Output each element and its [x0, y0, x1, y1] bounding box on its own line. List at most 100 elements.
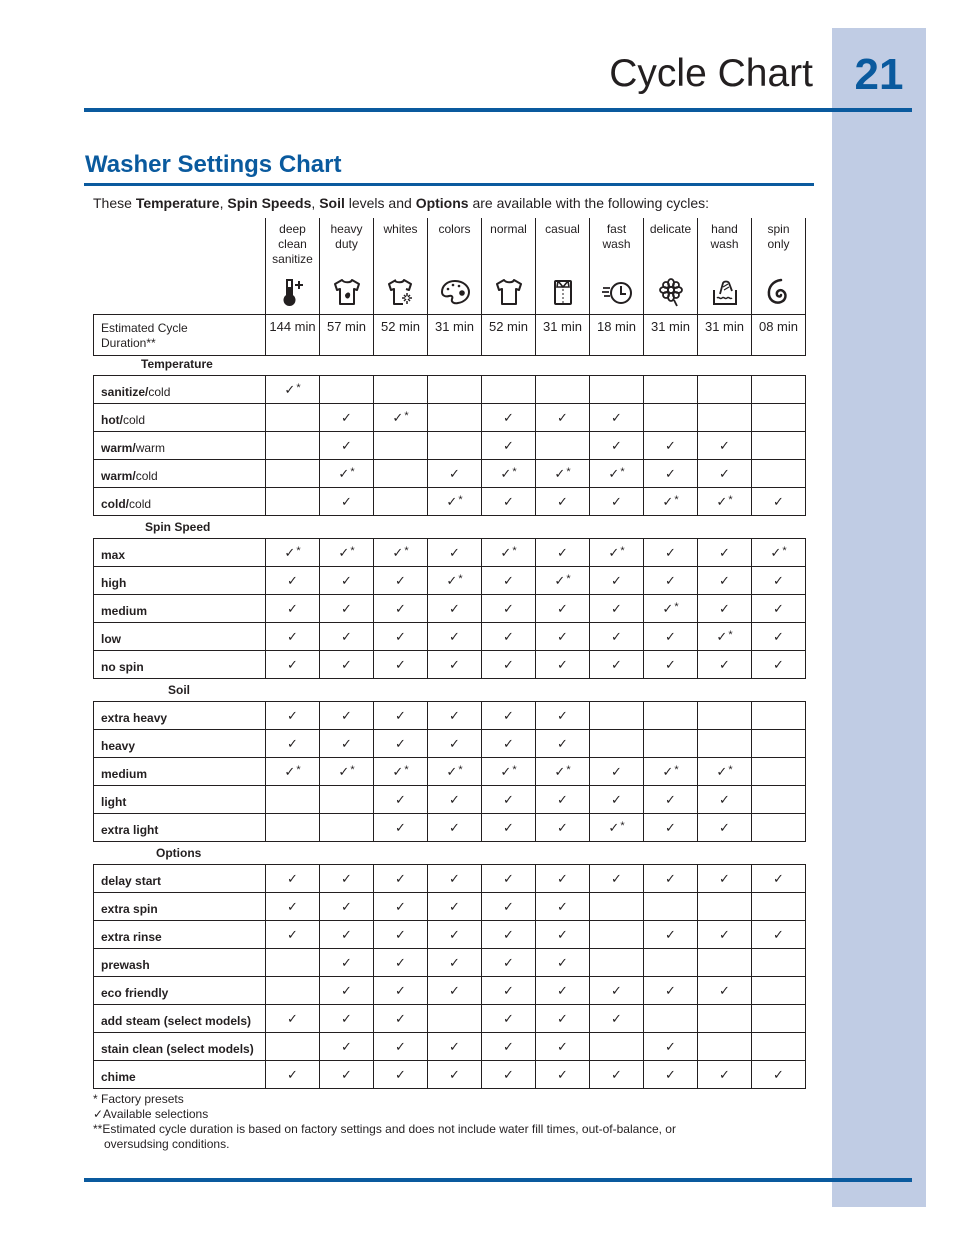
row-label: max	[93, 538, 266, 567]
cell-normal: ✓*	[481, 538, 536, 567]
cell-casual: ✓	[535, 622, 590, 651]
cell-whites	[373, 431, 428, 460]
check-icon: ✓	[662, 493, 674, 509]
check-icon: ✓	[503, 982, 514, 998]
cell-colors	[427, 431, 482, 460]
check-icon: ✓	[557, 954, 568, 970]
check-icon: ✓	[503, 707, 514, 723]
cell-heavy-duty: ✓	[319, 729, 374, 758]
check-icon: ✓	[716, 493, 728, 509]
cell-hand-wash: ✓*	[697, 487, 752, 516]
cell-spin-only	[751, 757, 806, 786]
check-icon: ✓	[449, 982, 460, 998]
check-icon: ✓	[341, 1010, 352, 1026]
cell-spin-only: ✓	[751, 594, 806, 623]
row-label: stain clean (select models)	[93, 1032, 266, 1061]
cycle-header-colors: colors	[427, 218, 481, 315]
cell-delicate: ✓	[643, 622, 698, 651]
row-label-bold: extra heavy	[101, 711, 168, 725]
check-icon: ✓	[449, 1066, 460, 1082]
cell-hand-wash: ✓*	[697, 757, 752, 786]
check-icon: ✓	[341, 898, 352, 914]
check-icon: ✓	[341, 437, 352, 453]
cell-casual: ✓*	[535, 459, 590, 488]
cell-hand-wash: ✓	[697, 459, 752, 488]
cell-whites: ✓	[373, 622, 428, 651]
factory-preset-mark: *	[404, 763, 409, 776]
group-title-temperature: Temperature	[141, 357, 213, 371]
cell-spin-only	[751, 1004, 806, 1033]
factory-preset-mark: *	[674, 493, 679, 506]
cell-deep-clean-sanitize	[265, 1032, 320, 1061]
cell-hand-wash: ✓	[697, 431, 752, 460]
cell-heavy-duty: ✓	[319, 566, 374, 595]
cell-delicate	[643, 375, 698, 404]
cell-heavy-duty: ✓*	[319, 459, 374, 488]
cell-spin-only	[751, 375, 806, 404]
cell-whites: ✓	[373, 701, 428, 730]
cell-hand-wash: ✓	[697, 594, 752, 623]
check-icon: ✓	[503, 437, 514, 453]
check-icon: ✓	[341, 926, 352, 942]
check-icon: ✓	[503, 1010, 514, 1026]
check-icon: ✓	[719, 1066, 730, 1082]
thermometer-plus-icon	[266, 275, 319, 309]
check-icon: ✓	[395, 791, 406, 807]
factory-preset-mark: *	[296, 381, 301, 394]
check-icon: ✓	[719, 572, 730, 588]
cycle-name-line: deep	[279, 222, 306, 236]
cell-normal: ✓	[481, 431, 536, 460]
group-table-temperature: sanitize/cold ✓* hot/cold ✓ ✓* ✓ ✓ ✓ warm/warm ✓ ✓…	[93, 375, 806, 516]
check-icon: ✓	[665, 544, 676, 560]
cell-normal: ✓	[481, 864, 536, 893]
intro-keyword-options: Options	[415, 195, 469, 211]
check-icon: ✓	[557, 493, 568, 509]
cell-deep-clean-sanitize	[265, 431, 320, 460]
table-row: warm/warm ✓ ✓ ✓ ✓ ✓	[93, 431, 806, 460]
row-label-normal: cold	[129, 497, 152, 511]
duration-value: 52 min	[481, 314, 536, 356]
check-icon: ✓	[446, 763, 458, 779]
check-icon: ✓	[503, 493, 514, 509]
cycle-name-line: hand	[711, 222, 738, 236]
cell-colors: ✓	[427, 459, 482, 488]
cell-casual: ✓	[535, 594, 590, 623]
row-label: warm/warm	[93, 431, 266, 460]
cell-casual: ✓	[535, 1060, 590, 1089]
cell-normal: ✓*	[481, 459, 536, 488]
cell-spin-only	[751, 892, 806, 921]
cell-hand-wash: ✓	[697, 538, 752, 567]
check-icon: ✓	[719, 465, 730, 481]
cell-normal: ✓	[481, 785, 536, 814]
check-icon: ✓	[395, 707, 406, 723]
cell-fast-wash: ✓	[589, 566, 644, 595]
cell-colors	[427, 375, 482, 404]
cell-fast-wash: ✓*	[589, 813, 644, 842]
cell-whites: ✓*	[373, 757, 428, 786]
check-icon: ✓	[503, 572, 514, 588]
check-icon: ✓	[395, 572, 406, 588]
table-row: hot/cold ✓ ✓* ✓ ✓ ✓	[93, 403, 806, 432]
factory-preset-mark: *	[566, 763, 571, 776]
check-icon: ✓	[395, 656, 406, 672]
cell-normal: ✓	[481, 1032, 536, 1061]
intro-text-part: are available with the following cycles:	[468, 195, 710, 211]
cell-deep-clean-sanitize: ✓*	[265, 538, 320, 567]
cell-deep-clean-sanitize: ✓	[265, 594, 320, 623]
check-icon: ✓	[395, 954, 406, 970]
check-icon: ✓	[557, 656, 568, 672]
table-row: high ✓ ✓ ✓ ✓* ✓ ✓* ✓ ✓ ✓ ✓	[93, 566, 806, 595]
row-label: chime	[93, 1060, 266, 1089]
cell-hand-wash	[697, 375, 752, 404]
cell-whites: ✓	[373, 729, 428, 758]
cell-delicate	[643, 729, 698, 758]
cell-deep-clean-sanitize	[265, 459, 320, 488]
cell-colors: ✓*	[427, 566, 482, 595]
cell-delicate: ✓	[643, 538, 698, 567]
check-icon: ✓	[665, 791, 676, 807]
cell-normal: ✓*	[481, 757, 536, 786]
check-icon: ✓	[719, 600, 730, 616]
section-rule	[84, 183, 814, 186]
row-label: medium	[93, 757, 266, 786]
cell-deep-clean-sanitize: ✓	[265, 1004, 320, 1033]
